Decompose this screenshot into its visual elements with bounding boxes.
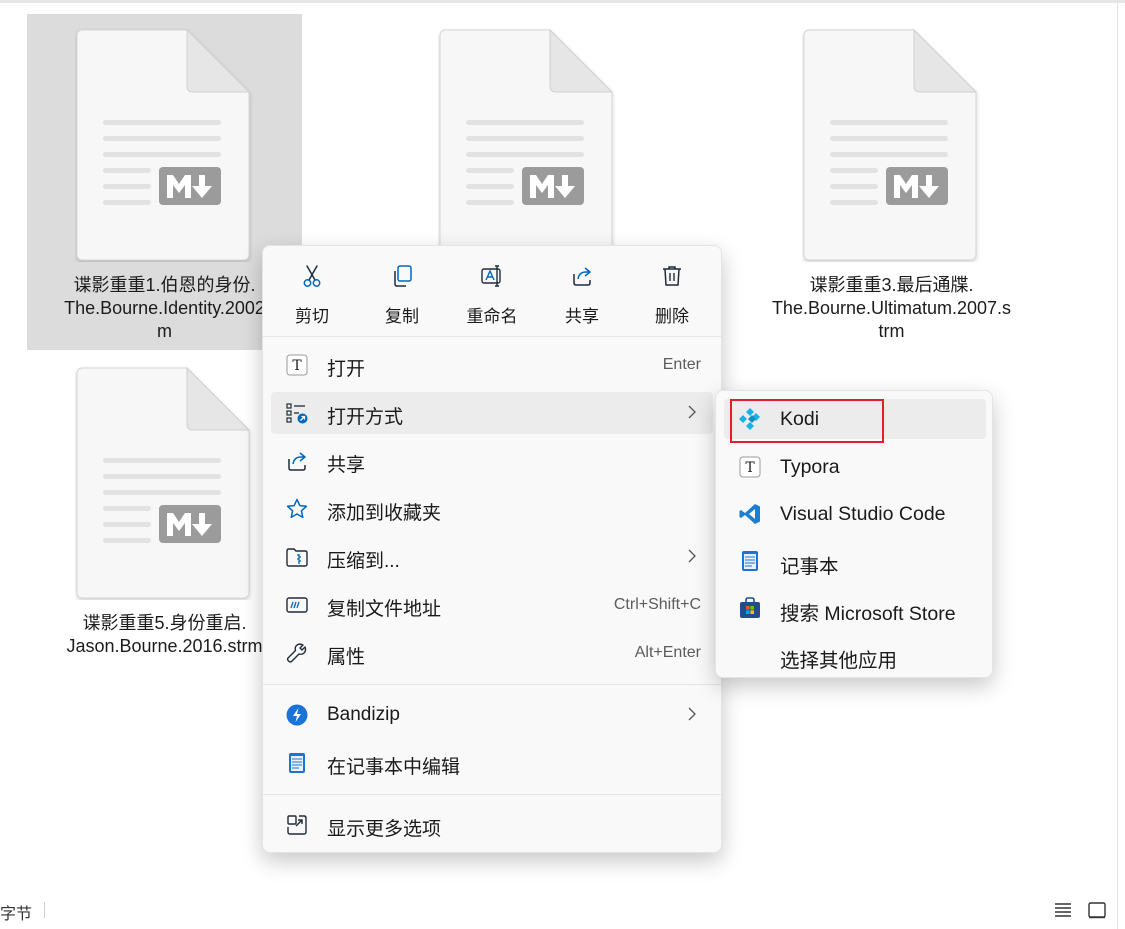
menu-item-shortcut: Alt+Enter (634, 644, 701, 661)
rename-icon (481, 265, 501, 287)
quick-action-copy[interactable]: 复制 (365, 258, 439, 328)
wrench-icon (286, 643, 307, 663)
vscode-icon (739, 504, 760, 524)
bandizip-icon (286, 704, 308, 726)
file-name: 谍影重重1.伯恩的身份. The.Bourne.Identity.2002 m (64, 275, 265, 341)
menu-item-edit-notepad[interactable]: 在记事本中编辑 (271, 742, 713, 784)
chevron-right-icon (688, 549, 696, 563)
chevron-right-icon (688, 707, 696, 721)
submenu-item-microsoft-store[interactable]: 搜索 Microsoft Store (724, 588, 986, 628)
menu-item-label: 在记事本中编辑 (327, 757, 461, 778)
markdown-file-icon (803, 28, 978, 261)
menu-item-label: 共享 (327, 455, 366, 476)
menu-item-label: 打开 (327, 359, 366, 380)
file-name: 谍影重重5.身份重启. Jason.Bourne.2016.strm (66, 613, 263, 656)
menu-item-shortcut: Enter (662, 356, 701, 373)
quick-action-share[interactable]: 共享 (545, 258, 619, 328)
svg-text:T: T (292, 358, 302, 374)
submenu-item-label: 选择其他应用 (780, 650, 898, 672)
context-menu: 剪切 复制 重命名 共享 删除 T 打开 Enter 打开方式 共享 添加到收藏… (262, 245, 722, 853)
submenu-item-label: Visual Studio Code (780, 503, 946, 525)
scrollbar-track[interactable] (1117, 0, 1118, 929)
quick-action-delete[interactable]: 删除 (635, 258, 709, 328)
copy-path-icon (286, 597, 308, 613)
share-icon (288, 452, 306, 471)
window-top-border (0, 0, 1125, 3)
file-item[interactable]: 谍影重重3.最后通牒. The.Bourne.Ultimatum.2007.s … (754, 14, 1029, 350)
file-item[interactable]: 谍影重重1.伯恩的身份. The.Bourne.Identity.2002 m (27, 14, 302, 350)
svg-text:T: T (745, 460, 755, 476)
menu-item-label: 添加到收藏夹 (327, 503, 442, 524)
menu-item-label: 显示更多选项 (327, 819, 442, 840)
notepad-icon (289, 753, 305, 773)
menu-item-add-favorites[interactable]: 添加到收藏夹 (271, 488, 713, 530)
quick-action-label: 删除 (655, 307, 689, 326)
submenu-item-label: 记事本 (780, 556, 839, 578)
menu-item-label: 压缩到... (327, 551, 400, 572)
submenu-item-typora[interactable]: T Typora (724, 447, 986, 487)
markdown-file-icon (76, 366, 251, 599)
menu-item-compress[interactable]: 压缩到... (271, 536, 713, 578)
typora-icon: T (739, 456, 761, 478)
notepad-icon (742, 551, 758, 571)
menu-item-open-with[interactable]: 打开方式 (271, 392, 713, 434)
menu-divider (263, 336, 721, 337)
markdown-file-icon (439, 28, 614, 261)
menu-item-bandizip[interactable]: Bandizip (271, 694, 713, 736)
star-icon (286, 498, 308, 519)
typora-icon: T (286, 354, 308, 376)
menu-item-share[interactable]: 共享 (271, 440, 713, 482)
chevron-right-icon (688, 405, 696, 419)
menu-divider (263, 794, 721, 795)
submenu-item-label: 搜索 Microsoft Store (780, 603, 956, 625)
menu-item-label: 属性 (327, 647, 366, 668)
share-icon (573, 267, 591, 286)
quick-action-label: 共享 (565, 307, 599, 326)
details-view-icon[interactable] (1053, 900, 1073, 920)
menu-item-copy-path[interactable]: 复制文件地址 Ctrl+Shift+C (271, 584, 713, 626)
menu-divider (263, 684, 721, 685)
file-item[interactable]: 谍影重重5.身份重启. Jason.Bourne.2016.strm (27, 352, 302, 688)
scissors-icon (303, 265, 321, 287)
menu-item-label: 打开方式 (327, 407, 404, 428)
menu-item-label: 复制文件地址 (327, 599, 442, 620)
large-icons-view-icon[interactable] (1087, 900, 1107, 920)
menu-item-label: Bandizip (327, 704, 400, 725)
status-item-size: 字节 (0, 906, 33, 923)
show-more-icon (287, 815, 307, 835)
submenu-item-vscode[interactable]: Visual Studio Code (724, 494, 986, 534)
annotation-highlight-box (730, 399, 884, 443)
file-name: 谍影重重3.最后通牒. The.Bourne.Ultimatum.2007.s … (771, 275, 1012, 341)
submenu-item-notepad[interactable]: 记事本 (724, 541, 986, 581)
submenu-item-label: Typora (780, 456, 840, 478)
menu-item-show-more[interactable]: 显示更多选项 (271, 804, 713, 846)
microsoft-store-icon (740, 597, 760, 618)
submenu-item-choose-other[interactable]: 选择其他应用 (724, 635, 986, 675)
trash-icon (663, 266, 681, 286)
quick-action-label: 复制 (385, 307, 419, 326)
open-with-icon (286, 403, 308, 424)
status-divider (44, 902, 45, 918)
markdown-file-icon (76, 28, 251, 261)
zip-folder-icon (286, 548, 308, 567)
menu-item-open[interactable]: T 打开 Enter (271, 344, 713, 386)
quick-action-rename[interactable]: 重命名 (455, 258, 529, 328)
quick-action-cut[interactable]: 剪切 (275, 258, 349, 328)
copy-icon (394, 265, 412, 287)
menu-item-shortcut: Ctrl+Shift+C (613, 596, 701, 613)
quick-action-label: 剪切 (295, 307, 329, 326)
quick-action-label: 重命名 (466, 307, 518, 326)
menu-item-properties[interactable]: 属性 Alt+Enter (271, 632, 713, 674)
